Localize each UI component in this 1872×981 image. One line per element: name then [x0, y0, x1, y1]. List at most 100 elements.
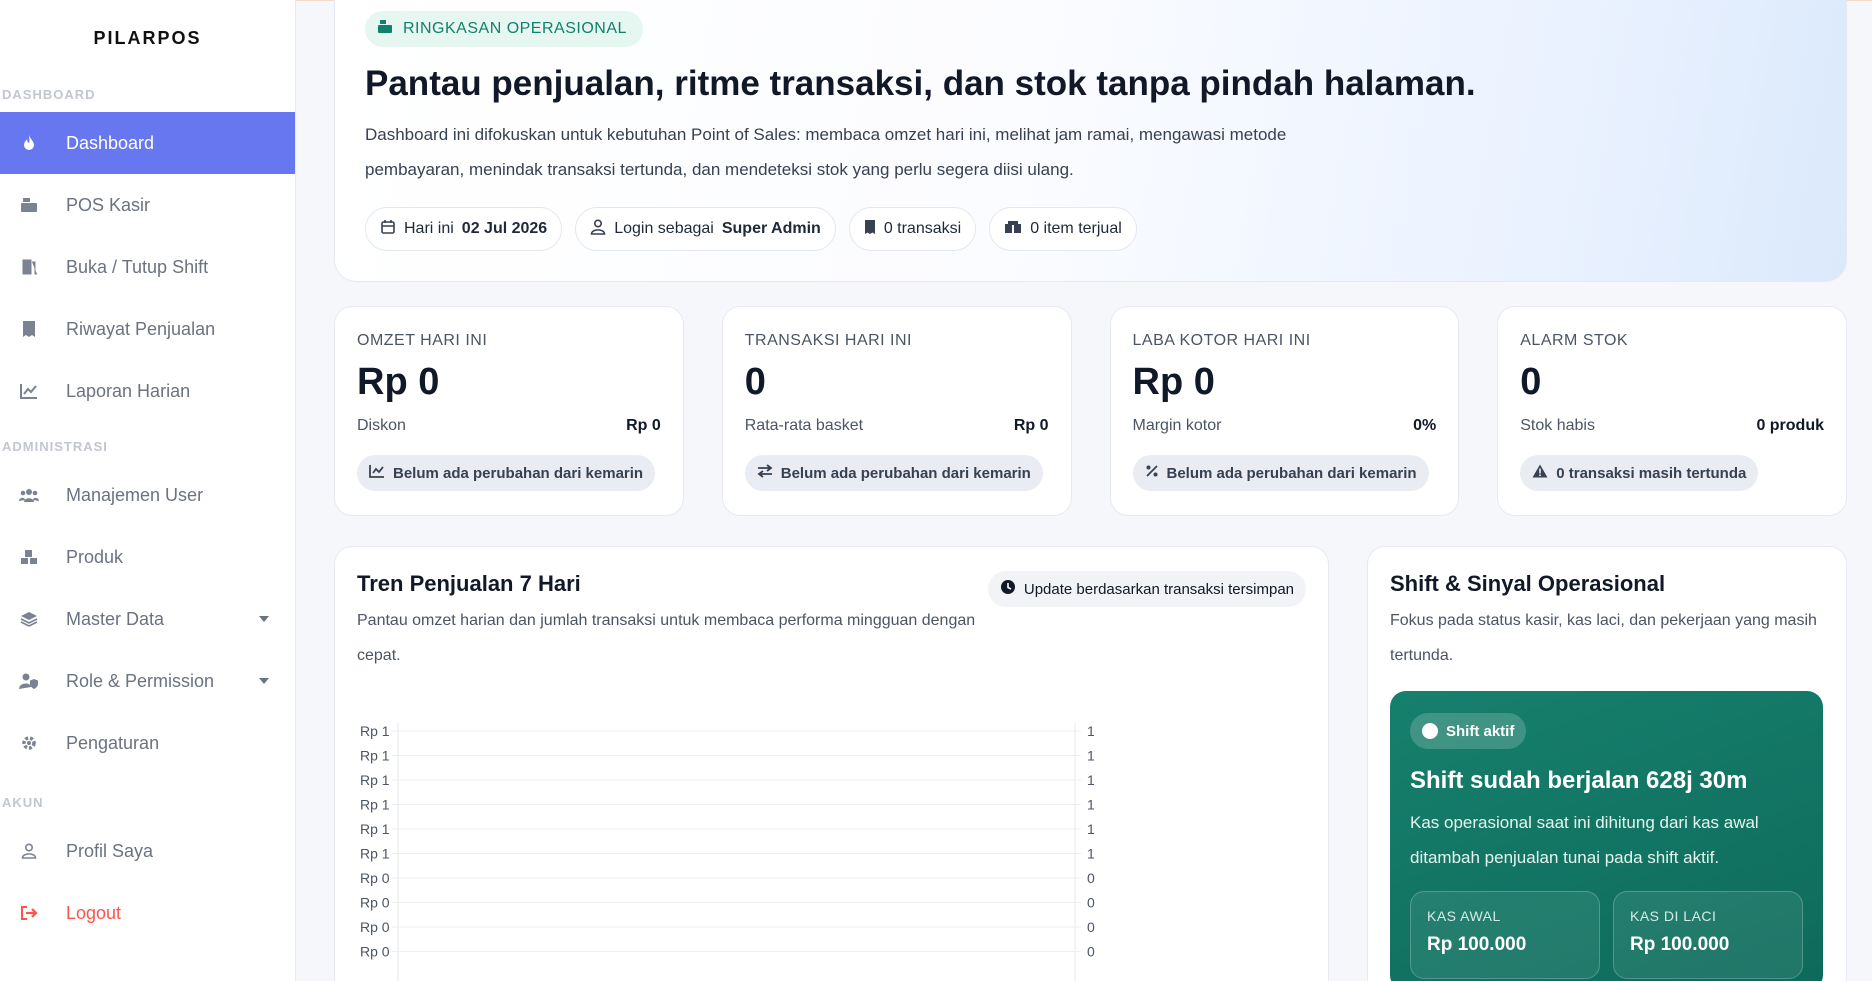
cash-register-icon	[18, 194, 40, 216]
stat-card-alarm: ALARM STOK 0 Stok habis 0 produk 0 transa…	[1497, 306, 1847, 516]
sidebar-item-profil[interactable]: Profil Saya	[0, 820, 295, 882]
sidebar-item-shift[interactable]: Buka / Tutup Shift	[0, 236, 295, 298]
login-chip: Login sebagai Super Admin	[575, 207, 836, 251]
calendar-icon	[380, 219, 396, 240]
items-sold-count: 0 item terjual	[1030, 220, 1122, 237]
update-badge-label: Update berdasarkan transaksi tersimpan	[1023, 580, 1294, 598]
sidebar-item-manajemen-user[interactable]: Manajemen User	[0, 464, 295, 526]
items-chip: 0 item terjual	[989, 207, 1137, 251]
stat-sub-value: 0%	[1413, 417, 1437, 434]
date-label: Hari ini	[404, 220, 454, 237]
stat-card-omzet: OMZET HARI INI Rp 0 Diskon Rp 0 Belum ada…	[334, 306, 684, 516]
stat-row: Diskon Rp 0	[357, 417, 661, 435]
trend-icon	[369, 464, 385, 482]
y-tick-left: Rp 1	[360, 772, 390, 788]
stat-card-transaksi: TRANSAKSI HARI INI 0 Rata-rata basket Rp …	[721, 306, 1072, 516]
stat-badge: Belum ada perubahan dari kemarin	[357, 455, 656, 491]
shift-title: Shift & Sinyal Operasional	[1390, 571, 1666, 596]
stat-value: Rp 0	[1132, 361, 1215, 403]
stat-sub-label: Margin kotor	[1132, 417, 1222, 434]
fire-icon	[18, 132, 40, 154]
stat-label: LABA KOTOR HARI INI	[1132, 332, 1311, 349]
sidebar-item-label: Laporan Harian	[66, 380, 191, 401]
sidebar-item-logout[interactable]: Logout	[0, 882, 295, 944]
hero-description: Dashboard ini difokuskan untuk kebutuhan…	[365, 125, 1287, 179]
percent-icon	[1145, 464, 1159, 482]
sidebar-item-label: Manajemen User	[66, 484, 204, 505]
section-administrasi: ADMINISTRASI	[2, 438, 108, 454]
stat-label: OMZET HARI INI	[357, 332, 488, 349]
stat-label: ALARM STOK	[1520, 332, 1629, 349]
shift-status-panel: Shift aktif Shift sudah berjalan 628j 30…	[1390, 691, 1823, 981]
stat-badge-label: Belum ada perubahan dari kemarin	[1166, 464, 1417, 482]
shift-subtitle: Fokus pada status kasir, kas laci, dan p…	[1390, 612, 1817, 664]
login-value: Super Admin	[721, 220, 821, 237]
stat-badge: 0 transaksi masih tertunda	[1520, 455, 1759, 491]
door-open-icon	[18, 256, 40, 278]
y-tick-right: 1	[1087, 772, 1095, 788]
y-tick-left: Rp 0	[360, 870, 390, 886]
layers-icon	[18, 608, 40, 630]
sign-out-icon	[18, 902, 40, 924]
login-label: Login sebagai	[614, 220, 714, 237]
stat-value: 0	[744, 361, 766, 403]
exchange-icon	[757, 464, 773, 482]
sidebar-item-riwayat[interactable]: Riwayat Penjualan	[0, 298, 295, 360]
receipt-icon	[18, 318, 40, 340]
sidebar-item-produk[interactable]: Produk	[0, 526, 295, 588]
stat-sub-value: 0 produk	[1756, 417, 1824, 434]
section-akun: AKUN	[2, 794, 44, 810]
hero-chips: Hari ini 02 Jul 2026 Login sebagai Super…	[365, 207, 1137, 251]
y-tick-left: Rp 1	[360, 821, 390, 837]
shift-headline: Shift sudah berjalan 628j 30m	[1410, 767, 1748, 794]
y-tick-right: 0	[1087, 919, 1095, 935]
y-tick-right: 1	[1087, 821, 1095, 837]
stat-cards: OMZET HARI INI Rp 0 Diskon Rp 0 Belum ada…	[334, 306, 1847, 516]
page-title: Pantau penjualan, ritme transaksi, dan s…	[365, 64, 1476, 103]
y-tick-left: Rp 0	[360, 895, 390, 911]
sidebar-item-label: Profil Saya	[66, 840, 154, 861]
status-dot-icon	[1422, 723, 1438, 739]
y-tick-right: 1	[1087, 748, 1095, 764]
sidebar-item-label: Master Data	[66, 608, 165, 629]
sidebar-item-role-permission[interactable]: Role & Permission	[0, 650, 295, 712]
y-tick-right: 0	[1087, 895, 1095, 911]
section-dashboard: DASHBOARD	[2, 86, 96, 102]
chevron-down-icon	[259, 678, 269, 684]
y-tick-right: 1	[1087, 797, 1095, 813]
shift-card: Shift & Sinyal Operasional Fokus pada st…	[1367, 546, 1847, 981]
sidebar-item-pengaturan[interactable]: Pengaturan	[0, 712, 295, 774]
transactions-chip: 0 transaksi	[848, 207, 977, 251]
kas-laci-label: KAS DI LACI	[1630, 908, 1717, 924]
stat-row: Stok habis 0 produk	[1520, 417, 1824, 435]
shift-status-label: Shift aktif	[1446, 722, 1515, 740]
sidebar-item-master-data[interactable]: Master Data	[0, 588, 295, 650]
hero-tag: RINGKASAN OPERASIONAL	[365, 11, 643, 47]
stat-sub-value: Rp 0	[1013, 417, 1049, 434]
gear-icon	[18, 732, 40, 754]
brand-logo[interactable]: PILARPOS	[0, 0, 295, 76]
sidebar: PILARPOS DASHBOARD Dashboard POS Kasir B…	[0, 0, 296, 981]
sidebar-item-laporan[interactable]: Laporan Harian	[0, 360, 295, 422]
update-badge: Update berdasarkan transaksi tersimpan	[987, 571, 1306, 607]
user-icon	[590, 218, 606, 240]
transactions-count: 0 transaksi	[883, 220, 962, 237]
sidebar-item-pos-kasir[interactable]: POS Kasir	[0, 174, 295, 236]
y-tick-left: Rp 0	[360, 944, 390, 960]
y-tick-left: Rp 1	[360, 846, 390, 862]
boxes-icon	[1004, 220, 1022, 239]
cash-register-icon	[377, 19, 393, 39]
sidebar-item-label: Logout	[66, 902, 122, 923]
sidebar-item-label: Pengaturan	[66, 732, 160, 753]
y-tick-right: 0	[1087, 944, 1095, 960]
y-tick-right: 1	[1087, 846, 1095, 862]
sidebar-item-label: Dashboard	[66, 132, 155, 153]
sidebar-item-dashboard[interactable]: Dashboard	[0, 112, 295, 174]
chart-line-icon	[18, 380, 40, 402]
stat-sub-value: Rp 0	[626, 417, 661, 434]
y-tick-left: Rp 1	[360, 797, 390, 813]
receipt-icon	[864, 219, 876, 240]
stat-row: Rata-rata basket Rp 0	[745, 417, 1049, 435]
shift-status-badge: Shift aktif	[1410, 713, 1527, 749]
stat-sub-label: Diskon	[357, 417, 406, 434]
